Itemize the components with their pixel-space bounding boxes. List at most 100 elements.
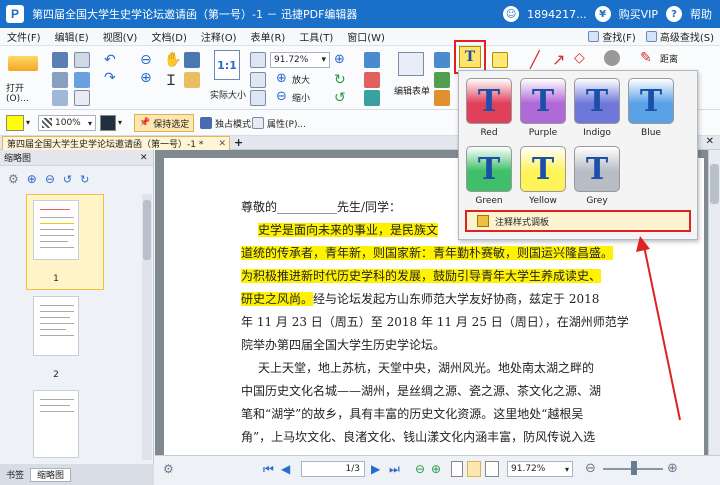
swatch-grey[interactable]: T (574, 146, 620, 192)
menu-view[interactable]: 视图(V) (96, 29, 145, 44)
advanced-find-button[interactable]: 高级查找(S) (645, 29, 714, 44)
rotate-right-icon[interactable]: ↻ (80, 173, 89, 186)
save-icon[interactable] (52, 52, 68, 68)
yen-icon[interactable]: ¥ (594, 6, 611, 22)
prev-page-icon[interactable]: ◀ (281, 462, 290, 476)
edit-form-label[interactable]: 编辑表单 (394, 84, 430, 97)
keep-selected-button[interactable]: 📌 保持选定 (134, 114, 195, 132)
properties-button[interactable]: 属性(P)... (252, 114, 306, 132)
eraser-icon[interactable]: ◇ (574, 50, 585, 66)
print-icon[interactable] (52, 72, 68, 88)
minus-icon[interactable]: ⊖ (276, 89, 287, 104)
menu-comment[interactable]: 注释(O) (194, 29, 244, 44)
underline-icon[interactable] (434, 90, 450, 106)
gear-icon[interactable]: ⚙ (163, 462, 174, 476)
back-icon[interactable]: ⊖ (140, 52, 152, 68)
rotate-right-icon[interactable]: ↻ (334, 72, 346, 88)
zoom-in-label[interactable]: 放大 (292, 73, 310, 86)
zoom-in-icon[interactable]: ⊕ (27, 172, 37, 186)
arrow-icon[interactable]: ↗ (552, 50, 565, 69)
plus-icon[interactable]: ⊕ (276, 71, 287, 86)
first-page-icon[interactable]: ⏮ (263, 462, 274, 477)
fit-visible-icon[interactable] (250, 90, 266, 106)
close-all-icon[interactable]: ✕ (706, 136, 714, 147)
zoom-out-icon[interactable]: ⊖ (45, 172, 55, 186)
swatch-blue[interactable]: T (628, 78, 674, 124)
actual-size-icon[interactable]: 1:1 (214, 50, 240, 80)
fill-color-icon[interactable] (6, 115, 24, 131)
document-tab[interactable]: 第四届全国大学生史学论坛邀请函（第一号）-1 * ✕ (2, 136, 230, 150)
fit-page-icon[interactable] (250, 52, 266, 68)
rotate-left-icon[interactable]: ↺ (334, 90, 346, 106)
gear-icon[interactable]: ⚙ (8, 172, 19, 186)
zoom-out-label[interactable]: 缩小 (292, 91, 310, 104)
zoom-select[interactable]: 91.72% ▾ (270, 52, 330, 68)
scan-icon[interactable] (74, 72, 90, 88)
zoom-in-circle-icon[interactable]: ⊕ (334, 52, 345, 67)
swatch-yellow[interactable]: T (520, 146, 566, 192)
chevron-down-icon[interactable]: ▾ (26, 118, 30, 127)
highlight-icon[interactable] (434, 72, 450, 88)
email-icon[interactable] (52, 90, 68, 106)
tab-bookmarks[interactable]: 书签 (0, 468, 30, 482)
distance-label[interactable]: 距离 (660, 52, 678, 65)
stamp-icon[interactable] (184, 72, 200, 88)
help-icon[interactable]: ? (666, 6, 682, 22)
continuous-page-icon[interactable] (467, 461, 481, 477)
annotation-style-palette-item[interactable]: 注释样式调板 (465, 210, 691, 232)
menu-form[interactable]: 表单(R) (244, 29, 293, 44)
chevron-down-icon[interactable]: ▾ (118, 118, 122, 127)
find-button[interactable]: 查找(F) (588, 29, 636, 44)
zoom-out-icon[interactable]: ⊖ (585, 461, 596, 476)
thumbnail-scroll-thumb[interactable] (143, 200, 151, 260)
swatch-indigo[interactable]: T (574, 78, 620, 124)
zoom-in-icon[interactable]: ⊕ (667, 461, 678, 476)
forward-icon[interactable]: ⊕ (140, 70, 152, 86)
menu-document[interactable]: 文档(D) (144, 29, 194, 44)
stroke-color-icon[interactable] (100, 115, 116, 131)
rotate-left-icon[interactable]: ↺ (63, 173, 72, 186)
note-icon[interactable] (492, 52, 508, 68)
next-page-icon[interactable]: ▶ (371, 462, 380, 476)
page-thumbnail-1[interactable] (33, 200, 79, 260)
status-zoom-select[interactable]: 91.72% ▾ (507, 461, 573, 477)
back-view-icon[interactable]: ⊖ (415, 462, 425, 476)
opacity-select[interactable]: 100% ▾ (38, 115, 96, 131)
tab-thumbnails[interactable]: 缩略图 (30, 467, 72, 482)
crop-icon[interactable] (364, 72, 380, 88)
user-name[interactable]: 1894217... (527, 8, 586, 21)
vip-link[interactable]: 购买VIP (619, 6, 658, 22)
redo-icon[interactable]: ↷ (104, 70, 116, 86)
forward-view-icon[interactable]: ⊕ (431, 462, 441, 476)
page-input[interactable]: 1/3 (301, 461, 365, 477)
exclusive-mode-button[interactable]: 独占模式 (200, 114, 251, 132)
page-icon[interactable] (74, 90, 90, 106)
actual-size-label[interactable]: 实际大小 (210, 88, 246, 101)
swatch-red[interactable]: T (466, 78, 512, 124)
snapshot-icon[interactable] (184, 52, 200, 68)
link-icon[interactable] (364, 90, 380, 106)
menu-file[interactable]: 文件(F) (0, 29, 48, 44)
edit-form-icon[interactable] (398, 52, 424, 76)
swatch-green[interactable]: T (466, 146, 512, 192)
page-thumbnail-2[interactable] (33, 296, 79, 356)
user-icon[interactable]: ☺ (503, 6, 520, 22)
line-icon[interactable]: ╱ (530, 50, 540, 69)
menu-tools[interactable]: 工具(T) (292, 29, 340, 44)
thumbnail-scrollbar[interactable] (142, 194, 152, 460)
pointer-icon[interactable] (364, 52, 380, 68)
help-link[interactable]: 帮助 (690, 6, 712, 22)
distance-icon[interactable]: ✎ (640, 50, 652, 66)
open-button[interactable]: 打开(O)... (6, 52, 40, 104)
menu-window[interactable]: 窗口(W) (340, 29, 392, 44)
document-scroll-thumb[interactable] (710, 164, 719, 204)
close-icon[interactable]: ✕ (140, 153, 148, 163)
new-tab-icon[interactable]: + (234, 136, 243, 149)
swatch-purple[interactable]: T (520, 78, 566, 124)
menu-edit[interactable]: 编辑(E) (48, 29, 96, 44)
single-page-icon[interactable] (451, 461, 463, 477)
stamp-round-icon[interactable] (604, 50, 620, 66)
undo-icon[interactable]: ↶ (104, 52, 116, 68)
select-text-icon[interactable]: Ｉ (164, 70, 178, 90)
new-doc-icon[interactable] (74, 52, 90, 68)
